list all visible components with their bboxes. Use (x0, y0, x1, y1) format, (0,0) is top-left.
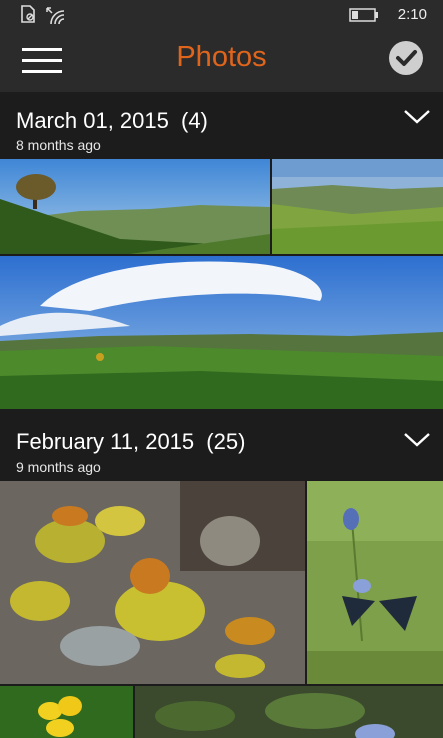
group-subtitle: 8 months ago (16, 137, 101, 153)
photo-thumbnail[interactable] (307, 481, 443, 684)
photo-thumbnail[interactable] (135, 686, 443, 738)
page-title: Photos (176, 41, 267, 73)
group-subtitle: 9 months ago (16, 459, 101, 475)
photo-thumbnail[interactable] (0, 481, 305, 684)
landscape-tree-hill (0, 159, 270, 254)
photo-thumbnail[interactable] (0, 686, 133, 738)
green-valley (272, 159, 443, 254)
photo-thumbnail[interactable] (0, 159, 270, 254)
checkmark-icon (396, 50, 417, 66)
lichen-rock (0, 481, 305, 684)
status-bar: 2:10 (0, 0, 443, 30)
group-count: (25) (206, 429, 246, 454)
chevron-down-icon[interactable] (403, 108, 431, 126)
blue-flower-leaves (135, 686, 443, 738)
group-date: February 11, 2015 (16, 429, 195, 454)
wifi-icon (46, 7, 65, 25)
sim-icon (21, 5, 35, 23)
battery-icon (349, 8, 378, 22)
group-count: (4) (181, 108, 208, 133)
select-button[interactable] (389, 41, 423, 75)
butterfly-flowers (307, 481, 443, 684)
status-time: 2:10 (397, 6, 427, 23)
chevron-down-icon[interactable] (403, 431, 431, 449)
photo-thumbnail[interactable] (272, 159, 443, 254)
panorama-hills-sky (0, 256, 443, 409)
app-bar: Photos (0, 30, 443, 92)
photo-thumbnail[interactable] (0, 256, 443, 409)
group-header-march[interactable]: March 01, 2015 (4) 8 months ago (0, 92, 443, 159)
yellow-flowers (0, 686, 133, 738)
group-header-february[interactable]: February 11, 2015 (25) 9 months ago (0, 409, 443, 481)
group-date: March 01, 2015 (16, 108, 169, 133)
